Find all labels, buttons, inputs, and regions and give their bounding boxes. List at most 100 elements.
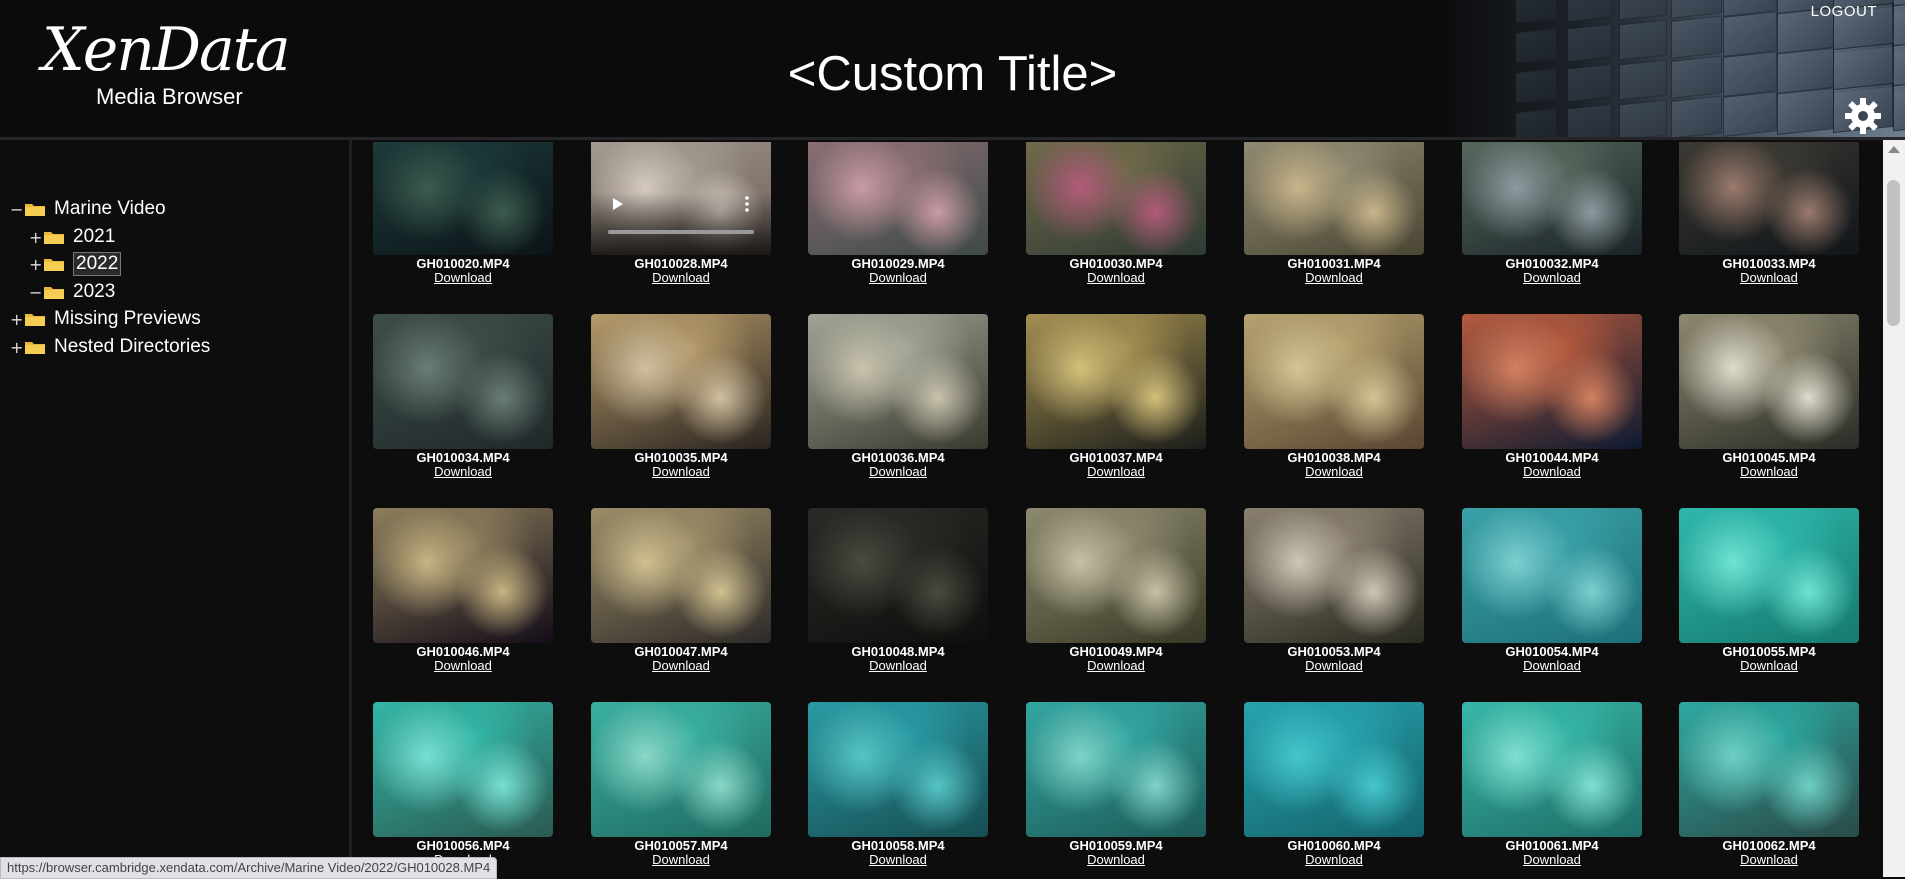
download-link[interactable]: Download <box>1244 271 1424 285</box>
download-link[interactable]: Download <box>591 853 771 867</box>
video-thumbnail[interactable] <box>1026 702 1206 837</box>
video-thumbnail[interactable] <box>1462 142 1642 255</box>
download-link[interactable]: Download <box>808 465 988 479</box>
video-thumbnail[interactable] <box>1244 508 1424 643</box>
video-thumbnail[interactable] <box>591 508 771 643</box>
video-card[interactable]: GH010062.MP4 Download <box>1679 702 1859 867</box>
video-card[interactable]: GH010034.MP4 Download <box>373 314 553 479</box>
download-link[interactable]: Download <box>1462 853 1642 867</box>
video-thumbnail[interactable] <box>1462 508 1642 643</box>
video-thumbnail[interactable] <box>808 142 988 255</box>
video-thumbnail[interactable] <box>591 314 771 449</box>
video-thumbnail[interactable] <box>591 702 771 837</box>
video-card[interactable]: GH010028.MP4 Download <box>591 142 771 285</box>
video-thumbnail[interactable] <box>808 702 988 837</box>
download-link[interactable]: Download <box>1679 271 1859 285</box>
download-link[interactable]: Download <box>1026 271 1206 285</box>
tree-node-label[interactable]: 2023 <box>73 281 115 303</box>
video-card[interactable]: GH010031.MP4 Download <box>1244 142 1424 285</box>
download-link[interactable]: Download <box>373 659 553 673</box>
download-link[interactable]: Download <box>1679 853 1859 867</box>
video-card[interactable]: GH010020.MP4 Download <box>373 142 553 285</box>
download-link[interactable]: Download <box>1244 465 1424 479</box>
scroll-thumb[interactable] <box>1887 180 1900 326</box>
tree-node-2023[interactable]: − 2023 <box>29 280 115 304</box>
tree-node-label[interactable]: 2021 <box>73 226 115 248</box>
collapse-icon[interactable]: − <box>29 283 42 302</box>
video-thumbnail[interactable] <box>373 314 553 449</box>
download-link[interactable]: Download <box>1026 853 1206 867</box>
video-card[interactable]: GH010029.MP4 Download <box>808 142 988 285</box>
video-thumbnail[interactable] <box>1026 142 1206 255</box>
video-card[interactable]: GH010032.MP4 Download <box>1462 142 1642 285</box>
download-link[interactable]: Download <box>1462 271 1642 285</box>
tree-node-marine-video[interactable]: − Marine Video <box>10 197 166 221</box>
video-thumbnail[interactable] <box>1679 314 1859 449</box>
video-card[interactable]: GH010033.MP4 Download <box>1679 142 1859 285</box>
tree-node-nested-directories[interactable]: + Nested Directories <box>10 335 210 359</box>
video-thumbnail[interactable] <box>373 702 553 837</box>
video-thumbnail[interactable] <box>591 142 771 255</box>
download-link[interactable]: Download <box>808 853 988 867</box>
download-link[interactable]: Download <box>1026 465 1206 479</box>
expand-icon[interactable]: + <box>29 255 42 274</box>
download-link[interactable]: Download <box>591 659 771 673</box>
download-link[interactable]: Download <box>1244 853 1424 867</box>
video-card[interactable]: GH010055.MP4 Download <box>1679 508 1859 673</box>
video-card[interactable]: GH010038.MP4 Download <box>1244 314 1424 479</box>
download-link[interactable]: Download <box>1026 659 1206 673</box>
video-thumbnail[interactable] <box>1026 508 1206 643</box>
video-card[interactable]: GH010056.MP4Download <box>373 702 553 867</box>
video-thumbnail[interactable] <box>1462 314 1642 449</box>
download-link[interactable]: Download <box>373 465 553 479</box>
expand-icon[interactable]: + <box>10 338 23 357</box>
logout-link[interactable]: LOGOUT <box>1811 3 1877 20</box>
download-link[interactable]: Download <box>591 465 771 479</box>
tree-node-label[interactable]: 2022 <box>73 252 122 276</box>
expand-icon[interactable]: + <box>29 228 42 247</box>
download-link[interactable]: Download <box>373 271 553 285</box>
video-card[interactable]: GH010047.MP4 Download <box>591 508 771 673</box>
download-link[interactable]: Download <box>1244 659 1424 673</box>
download-link[interactable]: Download <box>591 271 771 285</box>
gear-icon[interactable] <box>1843 96 1883 136</box>
video-thumbnail[interactable] <box>373 508 553 643</box>
video-card[interactable]: GH010054.MP4 Download <box>1462 508 1642 673</box>
tree-node-2022[interactable]: +2022 <box>29 252 122 276</box>
tree-node-label[interactable]: Marine Video <box>54 198 166 220</box>
download-link[interactable]: Download <box>1462 659 1642 673</box>
tree-node-2021[interactable]: +2021 <box>29 225 115 249</box>
download-link[interactable]: Download <box>1462 465 1642 479</box>
video-thumbnail[interactable] <box>1462 702 1642 837</box>
video-thumbnail[interactable] <box>1244 142 1424 255</box>
expand-icon[interactable]: + <box>10 310 23 329</box>
video-card[interactable]: GH010037.MP4 Download <box>1026 314 1206 479</box>
video-card[interactable]: GH010044.MP4 Download <box>1462 314 1642 479</box>
tree-node-missing-previews[interactable]: + Missing Previews <box>10 307 201 331</box>
tree-node-label[interactable]: Missing Previews <box>54 308 201 330</box>
download-link[interactable]: Download <box>808 659 988 673</box>
video-card[interactable]: GH010057.MP4 Download <box>591 702 771 867</box>
download-link[interactable]: Download <box>1679 659 1859 673</box>
video-thumbnail[interactable] <box>1679 508 1859 643</box>
download-link[interactable]: Download <box>1679 465 1859 479</box>
video-thumbnail[interactable] <box>373 142 553 255</box>
video-card[interactable]: GH010061.MP4 Download <box>1462 702 1642 867</box>
video-card[interactable]: GH010046.MP4 Download <box>373 508 553 673</box>
grid-scrollbar[interactable] <box>1883 140 1905 877</box>
video-card[interactable]: GH010048.MP4 Download <box>808 508 988 673</box>
video-progress-bar[interactable] <box>608 230 754 234</box>
play-icon[interactable] <box>611 197 625 211</box>
video-card[interactable]: GH010045.MP4 Download <box>1679 314 1859 479</box>
tree-node-label[interactable]: Nested Directories <box>54 336 210 358</box>
scroll-up-arrow-icon[interactable] <box>1888 146 1900 153</box>
video-thumbnail[interactable] <box>1679 142 1859 255</box>
video-card[interactable]: GH010030.MP4 Download <box>1026 142 1206 285</box>
collapse-icon[interactable]: − <box>10 200 23 219</box>
video-thumbnail[interactable] <box>808 314 988 449</box>
video-card[interactable]: GH010059.MP4 Download <box>1026 702 1206 867</box>
video-card[interactable]: GH010058.MP4 Download <box>808 702 988 867</box>
video-thumbnail[interactable] <box>1244 702 1424 837</box>
video-card[interactable]: GH010035.MP4 Download <box>591 314 771 479</box>
video-card[interactable]: GH010060.MP4 Download <box>1244 702 1424 867</box>
